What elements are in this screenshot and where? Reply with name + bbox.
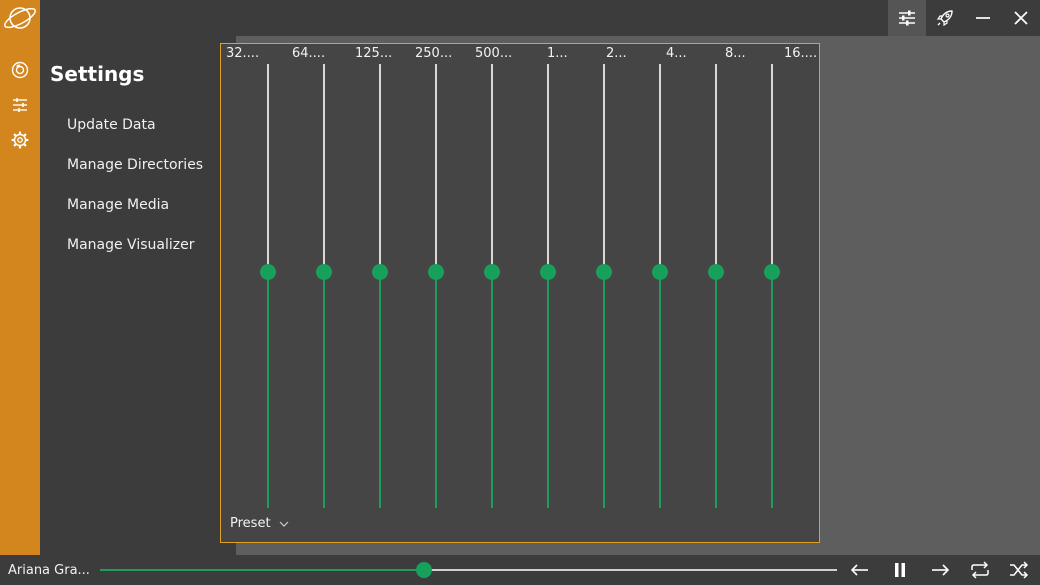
close-icon[interactable] bbox=[1002, 0, 1040, 36]
slider-handle[interactable] bbox=[428, 264, 444, 280]
slider-handle[interactable] bbox=[652, 264, 668, 280]
band-slider[interactable] bbox=[764, 64, 780, 508]
slider-track-lower bbox=[379, 272, 381, 508]
slider-track-lower bbox=[267, 272, 269, 508]
band-label: 32.... bbox=[226, 46, 260, 61]
slider-track-lower bbox=[771, 272, 773, 508]
seek-progress bbox=[100, 569, 425, 571]
seek-handle[interactable] bbox=[416, 562, 433, 578]
band-label: 64.... bbox=[292, 46, 326, 61]
sidebar bbox=[0, 0, 40, 555]
equalizer-icon[interactable] bbox=[10, 95, 30, 115]
slider-handle[interactable] bbox=[596, 264, 612, 280]
settings-panel: Settings Update Data Manage Directories … bbox=[40, 36, 236, 555]
seek-slider[interactable] bbox=[100, 562, 837, 578]
slider-handle[interactable] bbox=[540, 264, 556, 280]
chevron-down-icon bbox=[279, 521, 288, 527]
slider-track-lower bbox=[323, 272, 325, 508]
band-label: 125... bbox=[355, 46, 393, 61]
slider-track-lower bbox=[715, 272, 717, 508]
slider-handle[interactable] bbox=[708, 264, 724, 280]
slider-track-lower bbox=[659, 272, 661, 508]
band-slider[interactable] bbox=[316, 64, 332, 508]
slider-track-upper bbox=[267, 64, 269, 272]
slider-track-lower bbox=[603, 272, 605, 508]
band-slider[interactable] bbox=[652, 64, 668, 508]
repeat-icon[interactable] bbox=[968, 558, 992, 582]
slider-handle[interactable] bbox=[764, 264, 780, 280]
band-label: 2... bbox=[606, 46, 627, 61]
pause-icon[interactable] bbox=[888, 558, 912, 582]
slider-handle[interactable] bbox=[316, 264, 332, 280]
slider-track-lower bbox=[435, 272, 437, 508]
planet-icon[interactable] bbox=[2, 2, 38, 34]
slider-track-upper bbox=[715, 64, 717, 272]
band-label: 16.... bbox=[784, 46, 818, 61]
band-label: 500... bbox=[475, 46, 513, 61]
settings-item-manage-media[interactable]: Manage Media bbox=[67, 197, 169, 213]
settings-title: Settings bbox=[50, 62, 145, 86]
disc-icon[interactable] bbox=[10, 60, 30, 80]
band-slider[interactable] bbox=[372, 64, 388, 508]
title-bar bbox=[0, 0, 1040, 36]
band-slider[interactable] bbox=[428, 64, 444, 508]
slider-handle[interactable] bbox=[484, 264, 500, 280]
slider-track-upper bbox=[547, 64, 549, 272]
slider-track-lower bbox=[547, 272, 549, 508]
previous-icon[interactable] bbox=[848, 558, 872, 582]
slider-handle[interactable] bbox=[260, 264, 276, 280]
slider-track-upper bbox=[379, 64, 381, 272]
settings-item-update-data[interactable]: Update Data bbox=[67, 117, 156, 133]
settings-item-manage-visualizer[interactable]: Manage Visualizer bbox=[67, 237, 194, 253]
band-label: 1... bbox=[547, 46, 568, 61]
slider-track-upper bbox=[491, 64, 493, 272]
band-label: 8... bbox=[725, 46, 746, 61]
track-title: Ariana Gra... bbox=[8, 563, 90, 578]
slider-track-lower bbox=[491, 272, 493, 508]
band-slider[interactable] bbox=[484, 64, 500, 508]
slider-handle[interactable] bbox=[372, 264, 388, 280]
band-slider[interactable] bbox=[260, 64, 276, 508]
slider-track-upper bbox=[435, 64, 437, 272]
slider-track-upper bbox=[323, 64, 325, 272]
band-slider[interactable] bbox=[708, 64, 724, 508]
slider-track-upper bbox=[659, 64, 661, 272]
player-bar: Ariana Gra... bbox=[0, 555, 1040, 585]
rocket-icon[interactable] bbox=[926, 0, 964, 36]
equalizer-panel: Preset 32.... 64.... 125... 250... 500... 1..… bbox=[220, 43, 820, 543]
shuffle-icon[interactable] bbox=[1007, 558, 1031, 582]
preset-dropdown[interactable]: Preset bbox=[230, 516, 289, 531]
sliders-icon[interactable] bbox=[888, 0, 926, 36]
slider-track-upper bbox=[771, 64, 773, 272]
band-label: 4... bbox=[666, 46, 687, 61]
settings-item-manage-directories[interactable]: Manage Directories bbox=[67, 157, 203, 173]
next-icon[interactable] bbox=[928, 558, 952, 582]
band-slider[interactable] bbox=[596, 64, 612, 508]
band-slider[interactable] bbox=[540, 64, 556, 508]
preset-label: Preset bbox=[230, 516, 271, 531]
gear-icon[interactable] bbox=[10, 130, 30, 150]
slider-track-upper bbox=[603, 64, 605, 272]
band-label: 250... bbox=[415, 46, 453, 61]
minimize-icon[interactable] bbox=[964, 0, 1002, 36]
